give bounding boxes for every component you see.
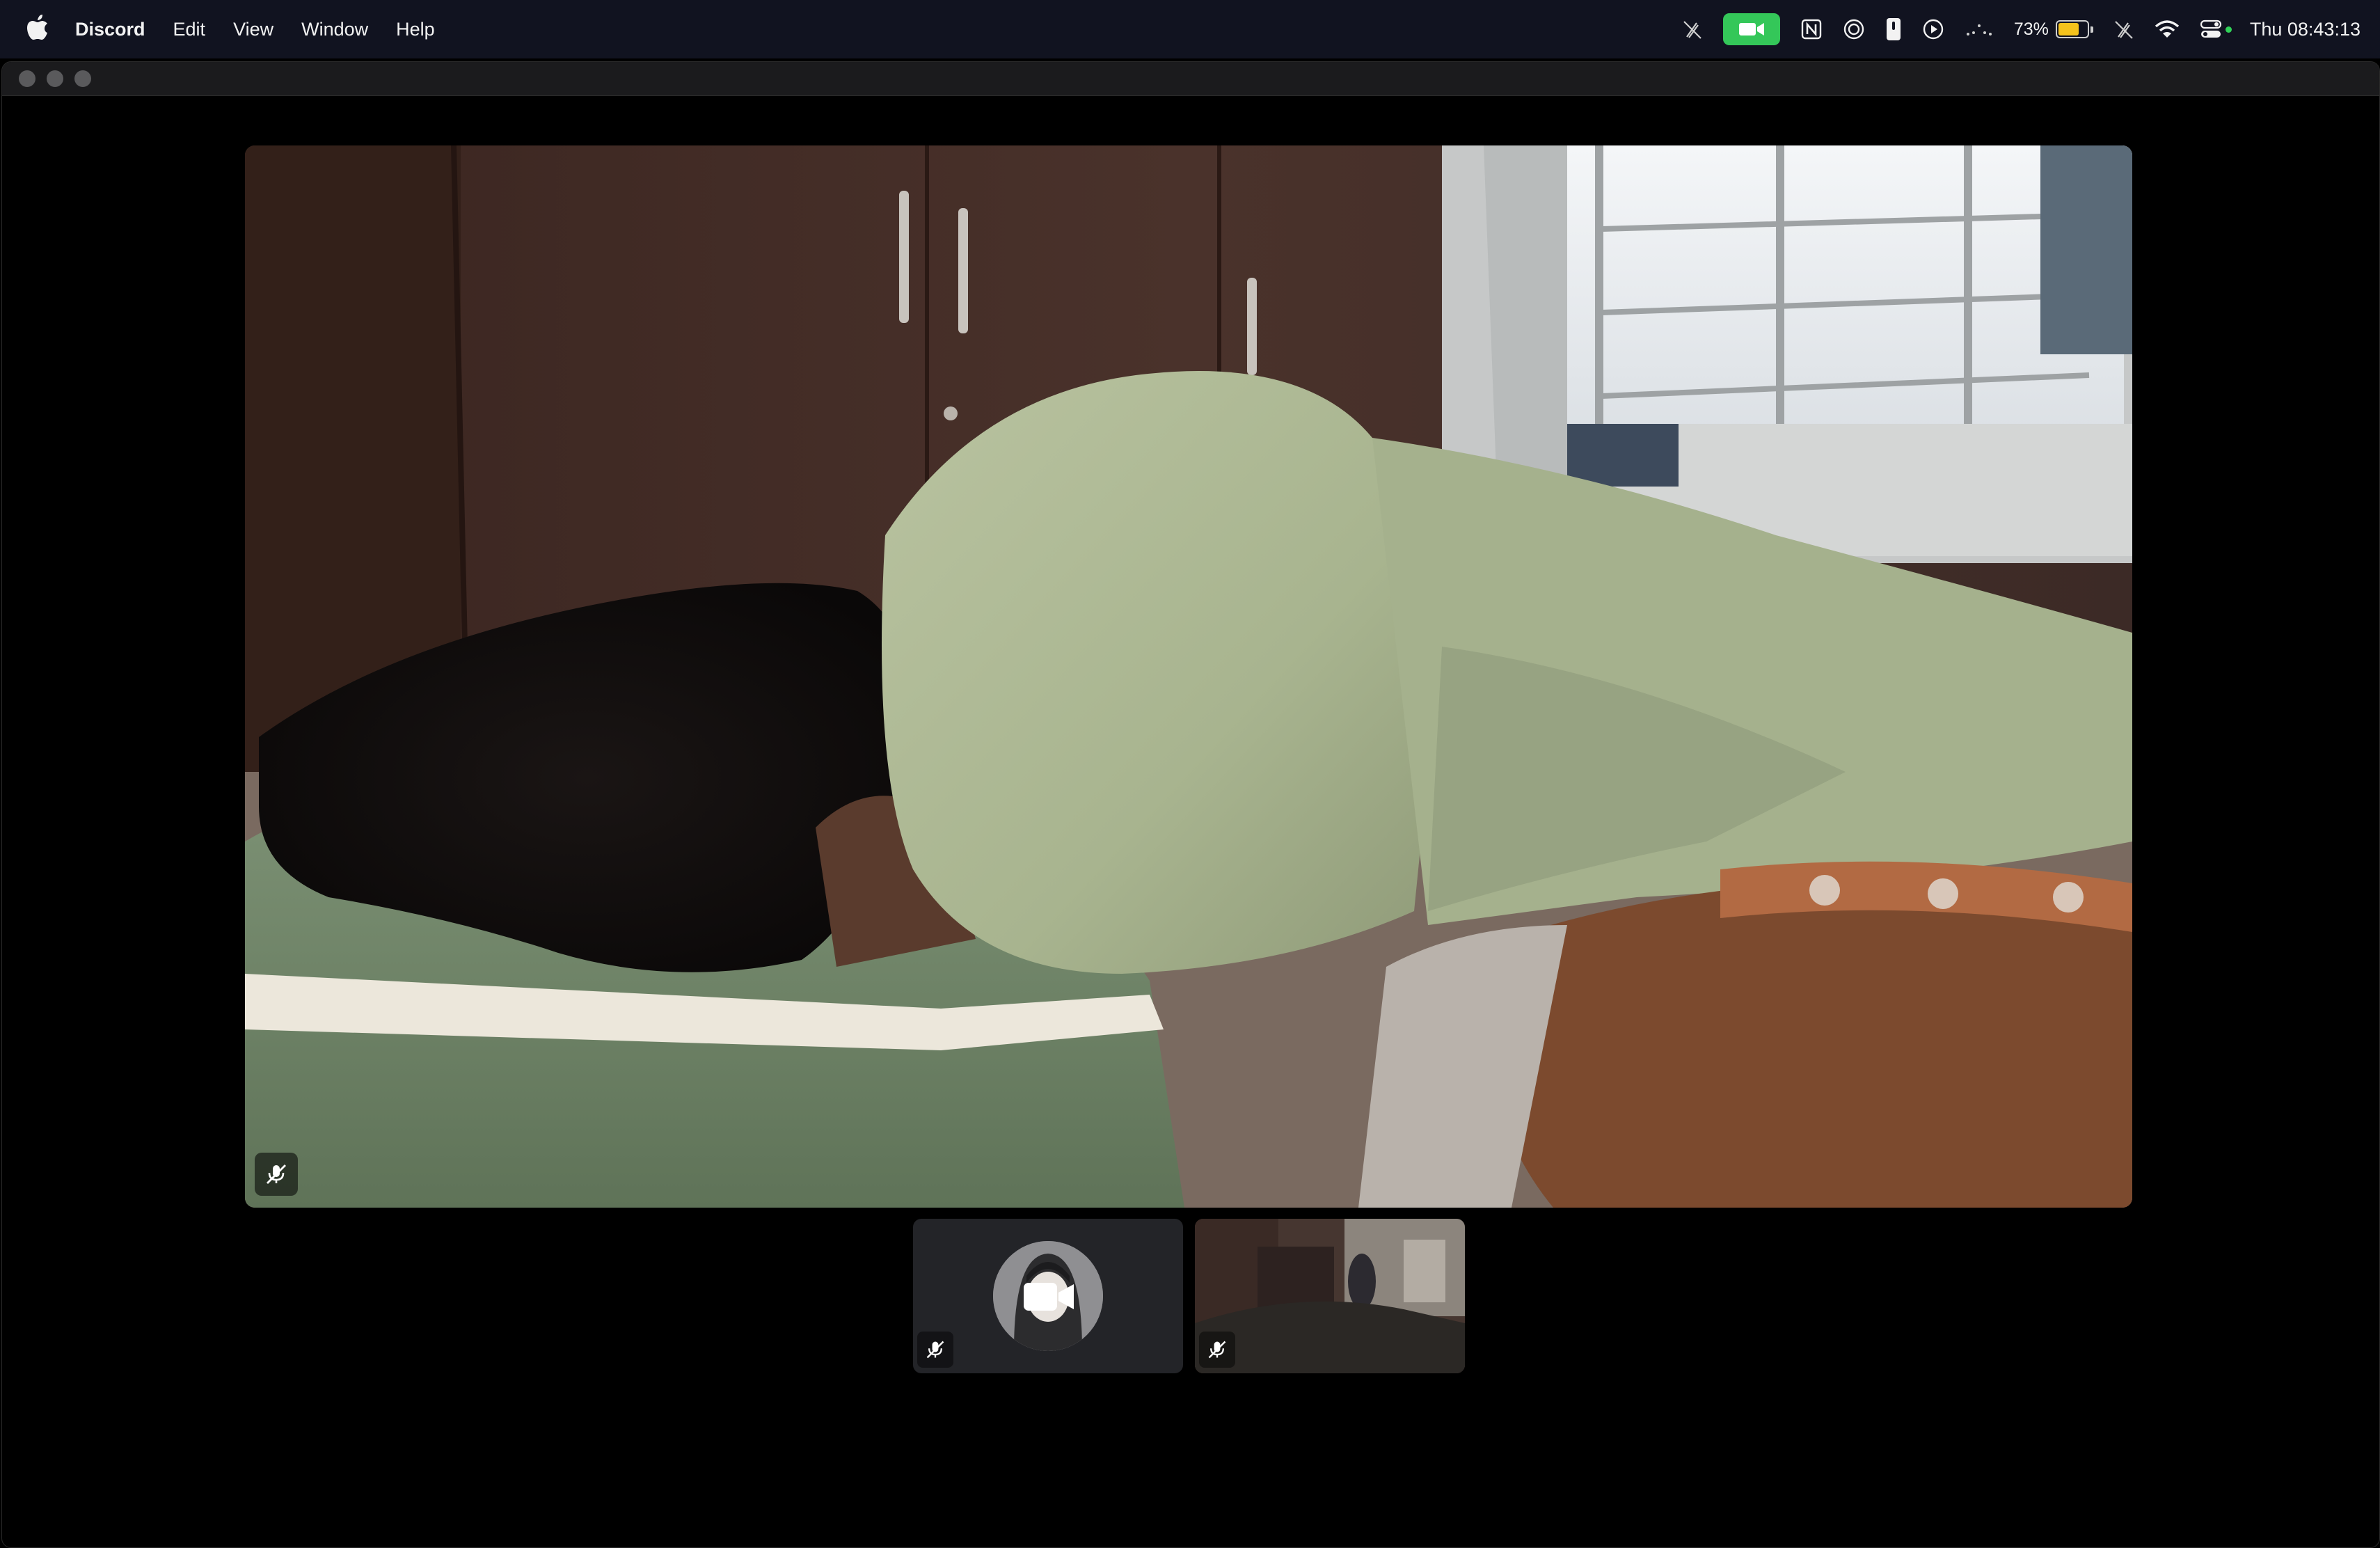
battery-shell <box>2055 20 2089 38</box>
menu-app-name[interactable]: Discord <box>75 19 145 40</box>
video-frame <box>245 145 2132 1208</box>
menu-help[interactable]: Help <box>396 19 435 40</box>
window-minimize-button[interactable] <box>47 70 63 87</box>
pen-slash-icon[interactable] <box>2114 19 2134 40</box>
screen-record-icon[interactable] <box>1843 18 1865 40</box>
menu-bar: Discord Edit View Window Help 73% Thu 08… <box>0 0 2380 58</box>
microphone-muted-icon <box>267 1164 286 1184</box>
participant-video-thumbnail <box>1195 1219 1465 1373</box>
window-titlebar[interactable] <box>2 62 2379 96</box>
menu-window[interactable]: Window <box>301 19 368 40</box>
menubar-clock[interactable]: Thu 08:43:13 <box>2250 19 2361 40</box>
video-camera-icon <box>1024 1283 1074 1311</box>
battery-level <box>2058 23 2079 35</box>
usb-drive-icon[interactable] <box>1886 17 1901 41</box>
facetime-camera-icon[interactable] <box>1722 13 1780 45</box>
battery-icon[interactable]: 73% <box>2014 19 2093 40</box>
apple-icon[interactable] <box>26 14 49 42</box>
status-area: 73% Thu 08:43:13 <box>1662 0 2361 58</box>
main-video-stream[interactable] <box>245 145 2132 1208</box>
wifi-icon[interactable] <box>2155 19 2180 39</box>
window-zoom-button[interactable] <box>74 70 91 87</box>
battery-percent: 73% <box>2013 19 2049 39</box>
window-close-button[interactable] <box>19 70 35 87</box>
tile-muted-badge <box>1199 1332 1235 1368</box>
play-circle-icon[interactable] <box>1922 18 1944 40</box>
privacy-indicator-dot <box>2225 26 2232 33</box>
tile-muted-badge <box>917 1332 953 1368</box>
battery-nub <box>2090 26 2093 33</box>
pen-slash-icon[interactable] <box>1683 19 1702 40</box>
control-center-icon[interactable] <box>2200 19 2232 39</box>
participant-tile-video[interactable] <box>1195 1219 1465 1373</box>
main-stream-muted-badge <box>255 1153 298 1196</box>
notion-icon[interactable] <box>1801 19 1822 40</box>
wave-icon[interactable] <box>1965 22 1993 37</box>
microphone-muted-icon <box>1208 1341 1226 1359</box>
menu-view[interactable]: View <box>233 19 273 40</box>
microphone-muted-icon <box>926 1341 944 1359</box>
menu-edit[interactable]: Edit <box>173 19 206 40</box>
participant-tile-avatar[interactable] <box>913 1219 1183 1373</box>
